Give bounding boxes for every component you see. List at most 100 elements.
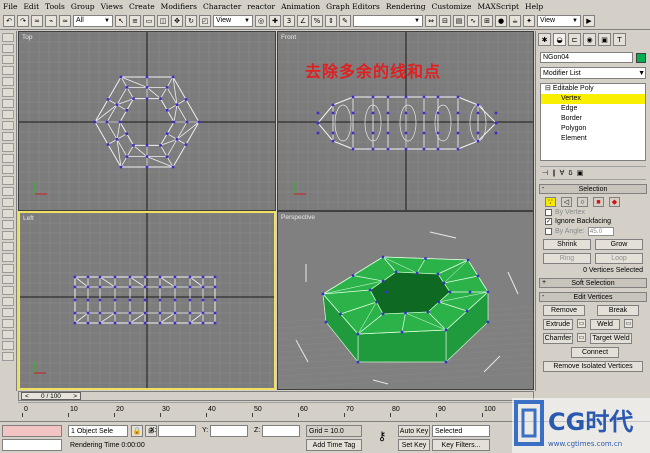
menu-item-graph-editors[interactable]: Graph Editors bbox=[326, 2, 380, 11]
render-scene-icon[interactable]: ☕ bbox=[509, 14, 521, 27]
tool-strip-icon[interactable] bbox=[2, 264, 14, 273]
select-by-name-icon[interactable]: ≡ bbox=[129, 14, 141, 27]
stack-item-editable-poly[interactable]: ⊟ Editable Poly bbox=[541, 84, 645, 94]
make-unique-icon[interactable]: ∀ bbox=[560, 169, 565, 177]
tool-strip-icon[interactable] bbox=[2, 198, 14, 207]
tool-strip-icon[interactable] bbox=[2, 143, 14, 152]
maxscript-listener-mini[interactable] bbox=[2, 425, 62, 437]
rotate-icon[interactable]: ↻ bbox=[185, 14, 197, 27]
tool-strip-icon[interactable] bbox=[2, 165, 14, 174]
tool-strip-icon[interactable] bbox=[2, 209, 14, 218]
x-coordinate-field[interactable] bbox=[158, 425, 196, 437]
time-slider-thumb[interactable]: < 0 / 100 > bbox=[21, 392, 81, 400]
show-end-result-icon[interactable]: ∥ bbox=[552, 169, 556, 177]
remove-isolated-vertices-button[interactable]: Remove Isolated Vertices bbox=[543, 361, 643, 372]
tool-strip-icon[interactable] bbox=[2, 33, 14, 42]
lock-selection-icon[interactable]: 🔒 bbox=[131, 425, 143, 437]
menu-item-file[interactable]: File bbox=[3, 2, 17, 11]
tool-strip-icon[interactable] bbox=[2, 55, 14, 64]
tool-strip-icon[interactable] bbox=[2, 253, 14, 262]
tool-strip-icon[interactable] bbox=[2, 275, 14, 284]
material-editor-icon[interactable]: ● bbox=[495, 14, 507, 27]
tool-strip-icon[interactable] bbox=[2, 154, 14, 163]
viewport-left[interactable]: Left bbox=[18, 211, 276, 390]
link-icon[interactable]: ∞ bbox=[31, 14, 43, 27]
reference-coordinate-select[interactable]: View ▼ bbox=[213, 14, 253, 27]
menu-item-customize[interactable]: Customize bbox=[432, 2, 472, 11]
modifier-list-dropdown[interactable]: Modifier List ▼ bbox=[540, 67, 646, 79]
mirror-icon[interactable]: ⇔ bbox=[425, 14, 437, 27]
tool-strip-icon[interactable] bbox=[2, 286, 14, 295]
modify-tab-icon[interactable]: ◒ bbox=[553, 33, 566, 46]
menu-item-reactor[interactable]: reactor bbox=[247, 2, 275, 11]
target-weld-button[interactable]: Target Weld bbox=[590, 333, 632, 344]
object-color-swatch[interactable] bbox=[636, 52, 646, 63]
pin-stack-icon[interactable]: ⊣ bbox=[542, 169, 548, 177]
select-object-icon[interactable]: ↖ bbox=[115, 14, 127, 27]
select-manipulate-icon[interactable]: ✚ bbox=[269, 14, 281, 27]
tool-strip-icon[interactable] bbox=[2, 176, 14, 185]
angle-value-field[interactable]: 45.0 bbox=[587, 227, 614, 236]
unlink-icon[interactable]: ⌁ bbox=[45, 14, 57, 27]
curve-editor-icon[interactable]: ∿ bbox=[467, 14, 479, 27]
percent-snap-icon[interactable]: % bbox=[311, 14, 323, 27]
selection-filter-select[interactable]: All ▼ bbox=[73, 14, 113, 27]
pivot-center-icon[interactable]: ◎ bbox=[255, 14, 267, 27]
grow-button[interactable]: Grow bbox=[595, 239, 643, 250]
by-angle-checkbox[interactable]: By Angle: 45.0 bbox=[545, 227, 647, 236]
move-icon[interactable]: ✥ bbox=[171, 14, 183, 27]
auto-key-button[interactable]: Auto Key bbox=[398, 425, 430, 437]
window-crossing-icon[interactable]: ◫ bbox=[157, 14, 169, 27]
tool-strip-icon[interactable] bbox=[2, 99, 14, 108]
motion-tab-icon[interactable]: ◉ bbox=[583, 33, 596, 46]
viewport-label-front[interactable]: Front bbox=[281, 34, 296, 41]
element-level-icon[interactable]: ◆ bbox=[609, 197, 620, 207]
viewport-top[interactable]: Top bbox=[18, 31, 276, 211]
menu-item-modifiers[interactable]: Modifiers bbox=[161, 2, 197, 11]
render-last-icon[interactable]: ▶ bbox=[583, 14, 595, 27]
viewport-perspective[interactable]: Perspective bbox=[277, 211, 534, 390]
render-view-select[interactable]: View ▼ bbox=[537, 14, 581, 27]
viewport-label-top[interactable]: Top bbox=[22, 34, 32, 41]
tool-strip-icon[interactable] bbox=[2, 297, 14, 306]
menu-item-character[interactable]: Character bbox=[203, 2, 241, 11]
tool-strip-icon[interactable] bbox=[2, 242, 14, 251]
bind-space-warp-icon[interactable]: ≈ bbox=[59, 14, 71, 27]
prev-frame-icon[interactable]: < bbox=[25, 393, 29, 400]
menu-item-animation[interactable]: Animation bbox=[281, 2, 320, 11]
menu-item-create[interactable]: Create bbox=[129, 2, 155, 11]
key-filters-button[interactable]: Key Filters... bbox=[432, 439, 490, 451]
weld-button[interactable]: Weld bbox=[590, 319, 620, 330]
tool-strip-icon[interactable] bbox=[2, 121, 14, 130]
extrude-settings-icon[interactable]: ▭ bbox=[577, 319, 586, 328]
tool-strip-icon[interactable] bbox=[2, 231, 14, 240]
add-time-tag-button[interactable]: Add Time Tag bbox=[306, 439, 362, 451]
remove-button[interactable]: Remove bbox=[543, 305, 585, 316]
key-mode-select[interactable]: Selected bbox=[432, 425, 490, 437]
rect-selection-icon[interactable]: ▭ bbox=[143, 14, 155, 27]
tool-strip-icon[interactable] bbox=[2, 330, 14, 339]
named-selection-select[interactable]: ▼ bbox=[353, 14, 423, 27]
stack-item-polygon[interactable]: Polygon bbox=[541, 124, 645, 134]
tool-strip-icon[interactable] bbox=[2, 110, 14, 119]
tool-strip-icon[interactable] bbox=[2, 132, 14, 141]
polygon-level-icon[interactable]: ■ bbox=[593, 197, 604, 207]
weld-settings-icon[interactable]: ▭ bbox=[624, 319, 633, 328]
connect-button[interactable]: Connect bbox=[571, 347, 619, 358]
schematic-view-icon[interactable]: ⊞ bbox=[481, 14, 493, 27]
quick-render-icon[interactable]: ✦ bbox=[523, 14, 535, 27]
tool-strip-icon[interactable] bbox=[2, 88, 14, 97]
selection-rollout-header[interactable]: - Selection bbox=[539, 184, 647, 194]
tool-strip-icon[interactable] bbox=[2, 66, 14, 75]
viewport-label-perspective[interactable]: Perspective bbox=[281, 214, 315, 221]
align-icon[interactable]: ⊟ bbox=[439, 14, 451, 27]
shrink-button[interactable]: Shrink bbox=[543, 239, 591, 250]
tool-strip-icon[interactable] bbox=[2, 341, 14, 350]
scale-icon[interactable]: ◰ bbox=[199, 14, 211, 27]
menu-item-maxscript[interactable]: MAXScript bbox=[477, 2, 519, 11]
viewport-label-left[interactable]: Left bbox=[23, 215, 34, 222]
menu-item-tools[interactable]: Tools bbox=[45, 2, 65, 11]
menu-item-group[interactable]: Group bbox=[71, 2, 95, 11]
snap-3d-icon[interactable]: 3 bbox=[283, 14, 295, 27]
soft-selection-rollout-header[interactable]: + Soft Selection bbox=[539, 278, 647, 288]
